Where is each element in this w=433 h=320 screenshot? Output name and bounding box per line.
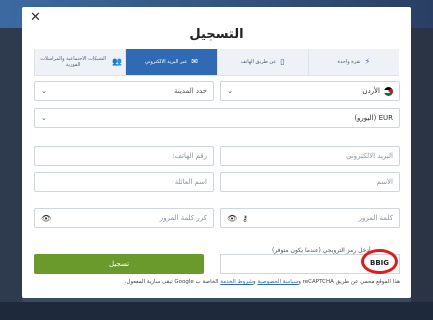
promo-code-label: أدخل رمز الترويجي (عندما يكون متوفر) <box>272 247 371 254</box>
last-name-field[interactable] <box>34 172 214 192</box>
phone-field[interactable] <box>34 146 214 166</box>
recaptcha-notice: هذا الموقع محمي عن طريق reCAPTCHA وسياسة… <box>34 279 400 286</box>
eye-slash-icon[interactable]: 👁 <box>41 214 51 223</box>
tab-social[interactable]: 👥 الشبكات الاجتماعية والمراسلات الفورية <box>34 49 126 75</box>
confirm-password-input[interactable] <box>51 209 207 227</box>
chevron-down-icon: ⌄ <box>227 87 233 95</box>
jordan-flag-icon <box>384 86 393 96</box>
country-value: الأردن <box>362 87 380 95</box>
envelope-icon: ✉ <box>191 57 198 66</box>
background-footer <box>0 302 433 320</box>
chevron-down-icon: ⌄ <box>41 87 47 95</box>
chevron-down-icon: ⌄ <box>41 114 47 122</box>
password-icons: 👁 ⚷ <box>227 214 248 223</box>
recaptcha-text-end: الخاصة ب Google تبقى سارية المفعول. <box>124 279 221 285</box>
tab-label: عبر البريد الالكتروني <box>144 59 188 65</box>
background-right <box>411 28 433 302</box>
privacy-policy-link[interactable]: سياسة الخصوصية <box>257 279 298 285</box>
terms-of-service-link[interactable]: شروط الخدمة <box>220 279 253 285</box>
email-field[interactable] <box>220 146 400 166</box>
first-name-input[interactable] <box>227 173 393 191</box>
registration-tabs: ⚡ نقرة واحدة ▯ عن طريق الهاتف ✉ عبر البر… <box>34 49 399 76</box>
tab-phone[interactable]: ▯ عن طريق الهاتف <box>216 49 308 75</box>
tab-email[interactable]: ✉ عبر البريد الالكتروني <box>125 49 217 75</box>
password-field[interactable]: 👁 ⚷ <box>220 208 400 228</box>
recaptcha-text: هذا الموقع محمي عن طريق reCAPTCHA و <box>298 279 400 285</box>
highlight-circle <box>361 249 398 274</box>
phone-icon: ▯ <box>280 57 285 66</box>
tab-label: الشبكات الاجتماعية والمراسلات الفورية <box>40 56 106 68</box>
users-icon: 👥 <box>112 57 123 66</box>
currency-select[interactable]: EUR (اليورو) ⌄ <box>34 108 400 128</box>
modal-title: التسجيل <box>189 27 244 42</box>
key-icon[interactable]: ⚷ <box>242 214 248 223</box>
close-icon[interactable]: ✕ <box>30 11 41 25</box>
lightning-icon: ⚡ <box>364 57 371 66</box>
background-left <box>0 28 22 302</box>
first-name-field[interactable] <box>220 172 400 192</box>
email-input[interactable] <box>227 147 393 165</box>
phone-input[interactable] <box>41 147 207 165</box>
registration-modal: ✕ التسجيل ⚡ نقرة واحدة ▯ عن طريق الهاتف … <box>22 7 411 298</box>
country-select[interactable]: الأردن ⌄ <box>220 81 400 101</box>
city-placeholder: حدد المدينة <box>174 87 207 95</box>
register-button[interactable]: تسجيل <box>34 254 204 274</box>
currency-value: EUR (اليورو) <box>354 114 393 122</box>
last-name-input[interactable] <box>41 173 207 191</box>
tab-label: نقرة واحدة <box>337 59 361 65</box>
password-input[interactable] <box>248 209 393 227</box>
tab-label: عن طريق الهاتف <box>240 59 277 65</box>
eye-slash-icon[interactable]: 👁 <box>227 214 237 223</box>
confirm-password-field[interactable]: 👁 <box>34 208 214 228</box>
city-select[interactable]: حدد المدينة ⌄ <box>34 81 214 101</box>
password-icons: 👁 <box>41 214 51 223</box>
tab-one-click[interactable]: ⚡ نقرة واحدة <box>307 49 399 75</box>
